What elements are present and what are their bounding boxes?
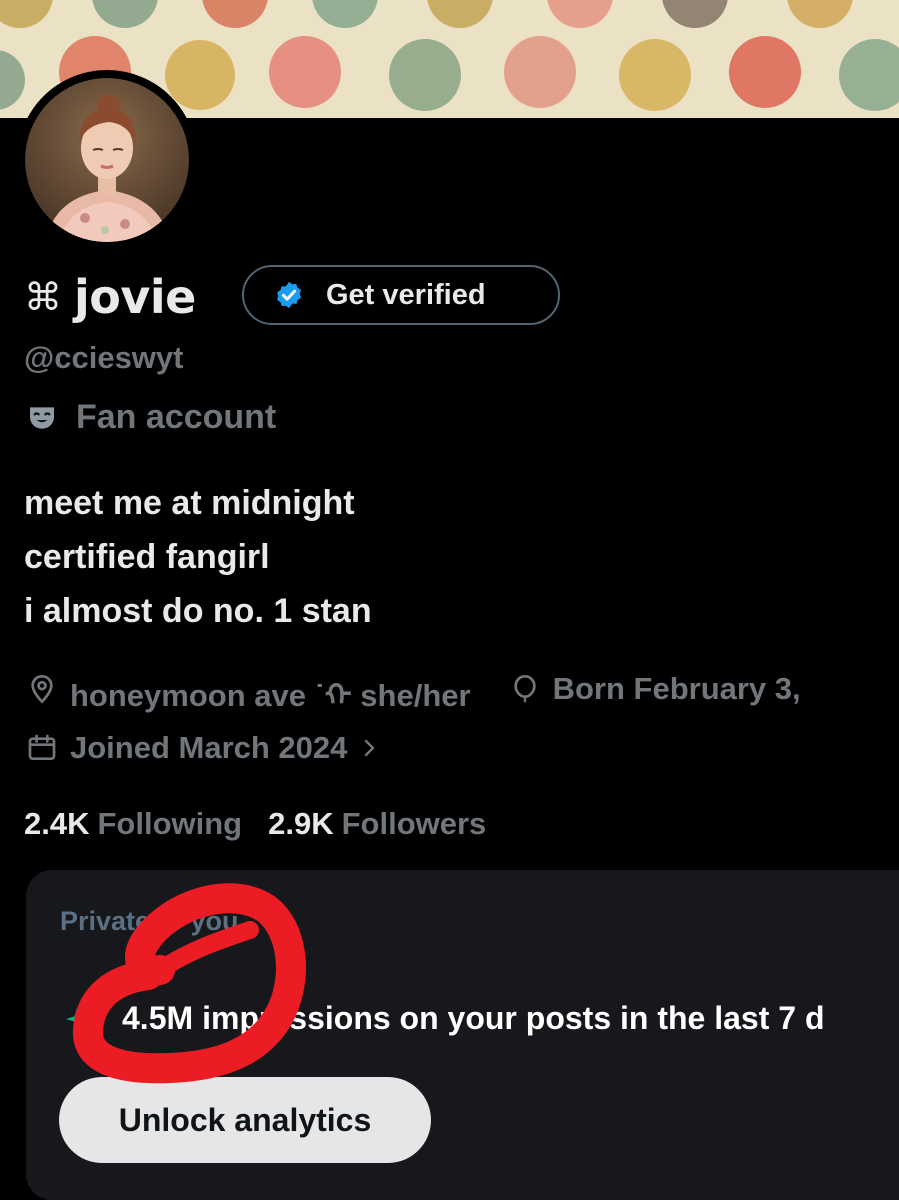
impressions-text: impressions on your posts in the last 7 …	[202, 1000, 825, 1036]
chevron-right-icon	[365, 739, 375, 757]
follow-stats: 2.4K Following 2.9K Followers	[24, 806, 486, 842]
verified-badge-icon	[277, 281, 301, 309]
get-verified-button[interactable]: Get verified	[242, 265, 560, 325]
category-label: Fan account	[76, 398, 277, 436]
bio-line: i almost do no. 1 stan	[24, 592, 372, 630]
followers-label: Followers	[341, 806, 487, 841]
joined-text: Joined March 2024	[70, 730, 348, 765]
get-verified-label: Get verified	[326, 278, 486, 311]
calendar-icon	[28, 734, 56, 760]
username-handle: @ccieswyt	[24, 340, 184, 375]
impressions-stat: 4.5M impressions on your posts in the la…	[64, 1000, 824, 1037]
balloon-icon	[513, 674, 536, 703]
following-count: 2.4K	[24, 806, 90, 841]
following-link[interactable]: 2.4K Following	[24, 806, 242, 842]
theater-mask-icon	[30, 406, 54, 429]
following-label: Following	[97, 806, 243, 841]
bio-line: meet me at midnight	[24, 484, 355, 522]
birthday-item: Born February 3,	[509, 671, 801, 707]
command-icon: ⌘	[24, 275, 62, 319]
display-name-row: ⌘ jovie	[24, 262, 196, 332]
private-label: Private to you	[60, 906, 239, 936]
location-pin-icon	[31, 674, 53, 704]
birthday-text: Born February 3,	[552, 671, 801, 706]
bio-line: certified fangirl	[24, 538, 270, 576]
location-text: honeymoon ave ˙ᡣ she/her	[70, 678, 471, 713]
sparkle-icon	[66, 1007, 88, 1030]
unlock-analytics-label: Unlock analytics	[118, 1101, 372, 1138]
profile-bio: meet me at midnight certified fangirl i …	[24, 476, 372, 638]
profile-meta-row: honeymoon ave ˙ᡣ she/her Born February 3…	[26, 662, 801, 716]
followers-link[interactable]: 2.9K Followers	[268, 806, 486, 842]
display-name: jovie	[74, 270, 196, 324]
joined-row[interactable]: Joined March 2024	[26, 730, 381, 766]
followers-count: 2.9K	[268, 806, 334, 841]
profile-avatar[interactable]	[17, 70, 197, 250]
impressions-value: 4.5M	[122, 1000, 194, 1036]
unlock-analytics-button[interactable]: Unlock analytics	[59, 1077, 431, 1163]
profile-category: Fan account	[26, 398, 276, 437]
avatar-photo	[25, 78, 189, 242]
analytics-card: Private to you 4.5M impressions on your …	[26, 870, 899, 1200]
location-item: honeymoon ave ˙ᡣ she/her	[26, 662, 471, 716]
